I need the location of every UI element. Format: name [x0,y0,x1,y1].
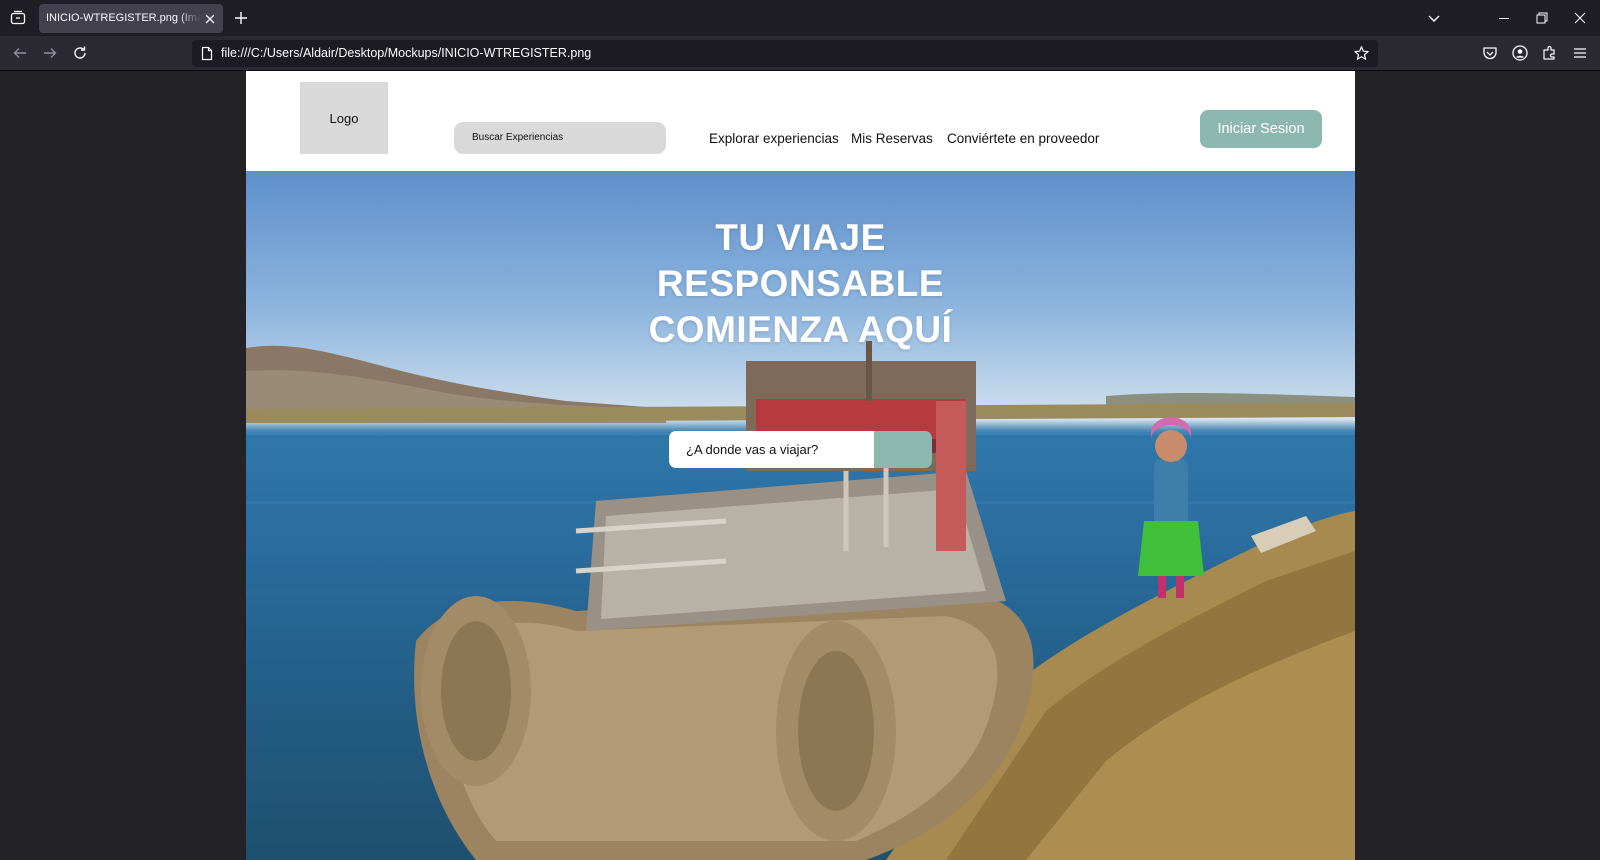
minimize-icon [1499,18,1509,19]
back-button[interactable] [11,44,29,62]
active-tab[interactable]: INICIO-WTREGISTER.png (Imagen PNG [39,4,223,33]
restore-icon [1536,12,1548,24]
hero-title: TU VIAJE RESPONSABLE COMIENZA AQUÍ [246,215,1355,353]
plus-icon [235,12,247,24]
pocket-button[interactable] [1481,44,1499,62]
close-window-button[interactable] [1572,10,1588,26]
tab-close-button[interactable] [202,11,217,26]
new-tab-button[interactable] [232,9,250,27]
close-icon [1574,12,1586,24]
tab-title: INICIO-WTREGISTER.png (Imagen PNG [46,12,201,24]
pocket-icon [1483,47,1497,60]
destination-search-input[interactable]: ¿A donde vas a viajar? [669,431,874,468]
back-arrow-icon [13,48,26,58]
hero-title-line-2: RESPONSABLE [656,263,945,304]
navigation-toolbar: file:///C:/Users/Aldair/Desktop/Mockups/… [0,36,1600,71]
nav-convertirse-proveedor[interactable]: Conviértete en proveedor [947,129,1099,149]
account-button[interactable] [1511,44,1529,62]
page-viewport: Logo Buscar Experiencias Explorar experi… [0,71,1600,860]
restore-button[interactable] [1534,10,1550,26]
menu-icon [1574,48,1586,58]
chevron-down-icon [1428,15,1440,22]
url-text: file:///C:/Users/Aldair/Desktop/Mockups/… [221,46,592,60]
header-search-input[interactable]: Buscar Experiencias [454,122,666,154]
nav-explorar-experiencias[interactable]: Explorar experiencias [709,129,839,149]
tab-list-button[interactable] [6,6,30,30]
page-icon [201,46,213,61]
destination-search-button[interactable] [874,431,932,468]
tab-strip: INICIO-WTREGISTER.png (Imagen PNG [0,0,1600,36]
site-header: Logo Buscar Experiencias Explorar experi… [246,71,1355,171]
reload-button[interactable] [71,44,89,62]
forward-button[interactable] [41,44,59,62]
address-bar[interactable]: file:///C:/Users/Aldair/Desktop/Mockups/… [192,40,1378,67]
minimize-button[interactable] [1496,10,1512,26]
extensions-button[interactable] [1541,44,1559,62]
hero-section: TU VIAJE RESPONSABLE COMIENZA AQUÍ ¿A do… [246,171,1355,860]
nav-mis-reservas[interactable]: Mis Reservas [851,129,933,149]
login-button[interactable]: Iniciar Sesion [1200,110,1322,148]
bookmark-star-button[interactable] [1353,45,1370,62]
hero-title-line-3: COMIENZA AQUÍ [648,309,953,350]
mockup-image: Logo Buscar Experiencias Explorar experi… [246,71,1355,860]
hero-title-line-1: TU VIAJE [715,217,886,258]
tab-list-icon [10,10,26,25]
extensions-icon [1543,45,1555,60]
account-icon [1512,45,1528,61]
destination-search: ¿A donde vas a viajar? [669,431,932,468]
reload-icon [74,46,86,59]
list-all-tabs-button[interactable] [1426,10,1442,26]
star-icon [1354,46,1369,60]
app-menu-button[interactable] [1571,44,1589,62]
header-search-placeholder: Buscar Experiencias [472,132,564,143]
logo-placeholder: Logo [300,82,388,154]
close-icon [205,14,214,23]
forward-arrow-icon [44,48,57,58]
